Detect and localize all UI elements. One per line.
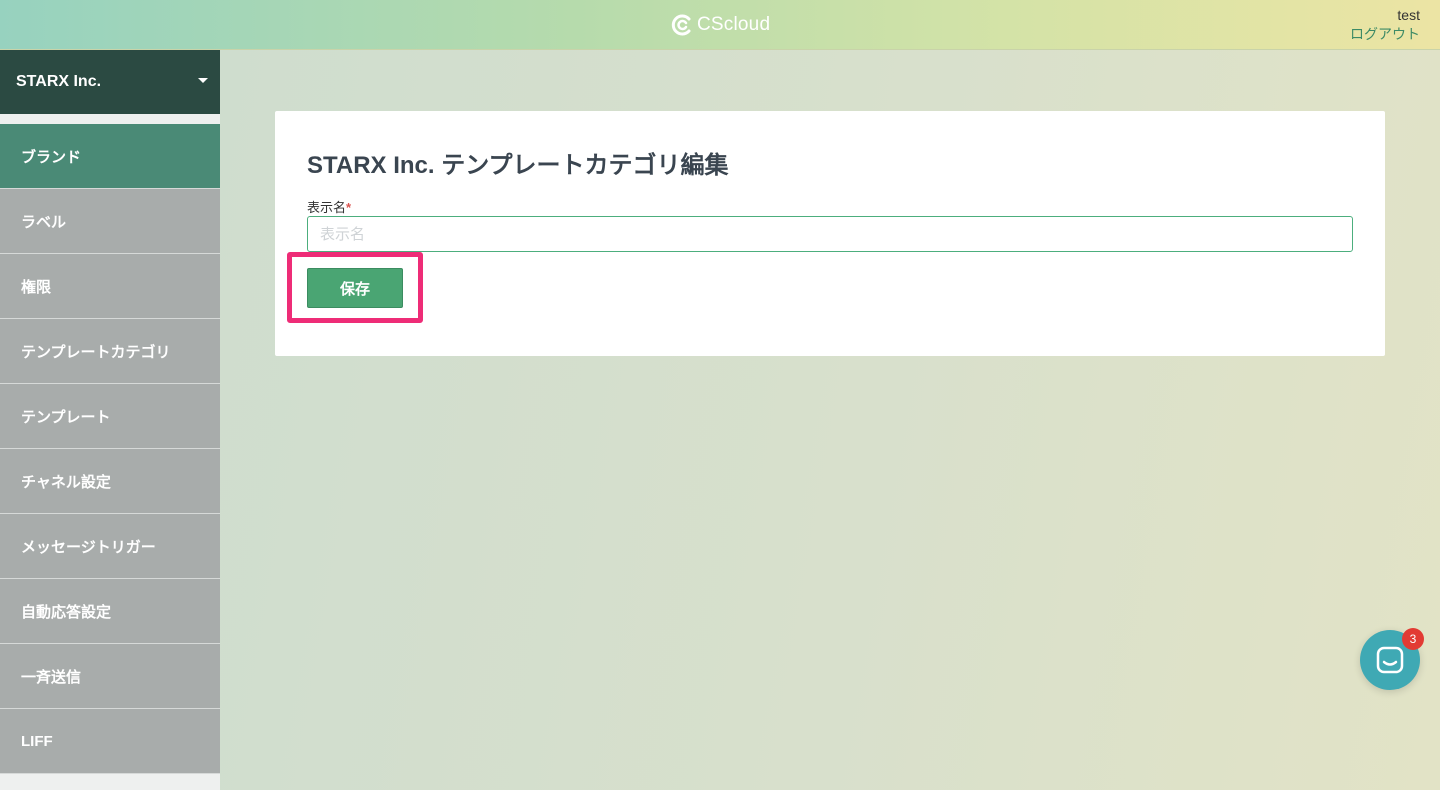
- edit-form-card: STARX Inc. テンプレートカテゴリ編集 表示名* 保存: [275, 111, 1385, 356]
- sidebar-item-label: メッセージトリガー: [21, 538, 156, 556]
- sidebar-item-labels[interactable]: ラベル: [0, 189, 220, 254]
- sidebar-item-template-categories[interactable]: テンプレートカテゴリ: [0, 319, 220, 384]
- caret-down-icon: [198, 78, 208, 83]
- display-name-input[interactable]: [307, 216, 1353, 252]
- sidebar-item-label: テンプレートカテゴリ: [21, 343, 171, 361]
- sidebar-item-label: テンプレート: [21, 408, 111, 426]
- sidebar-item-auto-reply[interactable]: 自動応答設定: [0, 579, 220, 644]
- sidebar-item-channel-settings[interactable]: チャネル設定: [0, 449, 220, 514]
- sidebar-nav: ブランド ラベル 権限 テンプレートカテゴリ テンプレート チャネル設定 メッセ…: [0, 124, 220, 774]
- logo-text: CScloud: [697, 14, 771, 35]
- logout-link[interactable]: ログアウト: [1350, 24, 1420, 44]
- sidebar-item-templates[interactable]: テンプレート: [0, 384, 220, 449]
- sidebar: STARX Inc. ブランド ラベル 権限 テンプレートカテゴリ テンプレート…: [0, 50, 220, 790]
- display-name-label: 表示名*: [307, 197, 351, 216]
- notification-badge: 3: [1402, 628, 1424, 650]
- sidebar-item-label: 権限: [21, 278, 52, 296]
- field-label-text: 表示名: [307, 200, 347, 215]
- sidebar-item-label: LIFF: [21, 732, 53, 750]
- sidebar-item-label: ブランド: [21, 148, 82, 166]
- sidebar-item-label: チャネル設定: [21, 473, 111, 491]
- user-menu: test ログアウト: [1350, 6, 1420, 44]
- sidebar-item-brand[interactable]: ブランド: [0, 124, 220, 189]
- sidebar-item-permissions[interactable]: 権限: [0, 254, 220, 319]
- sidebar-item-label: 自動応答設定: [21, 603, 112, 621]
- chat-icon: [1376, 646, 1404, 674]
- sidebar-item-label: 一斉送信: [21, 668, 82, 686]
- page-title: STARX Inc. テンプレートカテゴリ編集: [307, 152, 729, 179]
- app-logo[interactable]: CScloud: [670, 13, 770, 37]
- cscloud-logo-icon: [671, 14, 691, 36]
- top-bar: CScloud test ログアウト: [0, 0, 1440, 50]
- sidebar-item-broadcast[interactable]: 一斉送信: [0, 644, 220, 709]
- sidebar-item-liff[interactable]: LIFF: [0, 709, 220, 774]
- user-name: test: [1397, 7, 1420, 23]
- org-name: STARX Inc.: [16, 73, 102, 90]
- required-mark: *: [346, 200, 352, 215]
- sidebar-item-label: ラベル: [21, 213, 67, 231]
- org-switcher[interactable]: STARX Inc.: [0, 50, 220, 114]
- sidebar-item-message-triggers[interactable]: メッセージトリガー: [0, 514, 220, 579]
- save-button[interactable]: 保存: [307, 268, 403, 308]
